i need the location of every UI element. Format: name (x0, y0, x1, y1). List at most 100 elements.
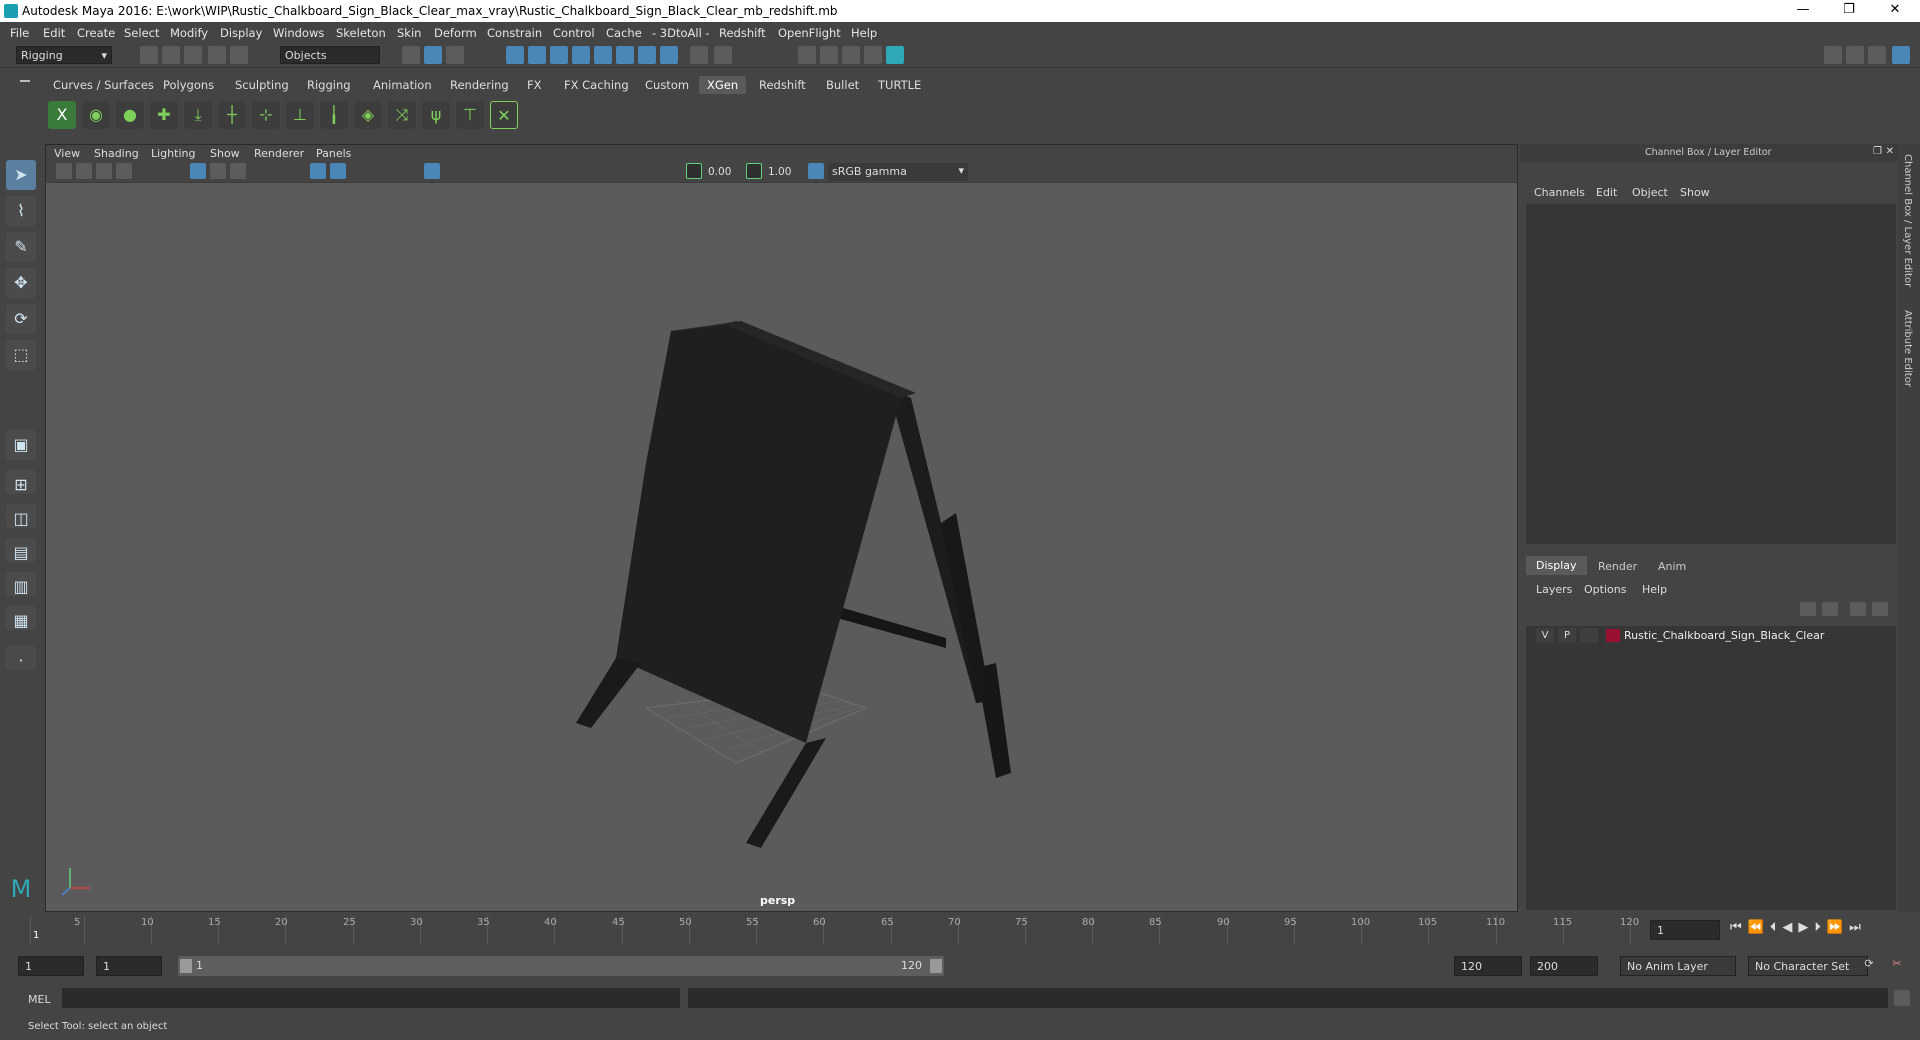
tab-bullet[interactable]: Bullet (826, 78, 859, 92)
xgen-lock-guide-icon[interactable]: ⊥ (286, 101, 314, 129)
xgen-groom-icon[interactable]: ψ (422, 101, 450, 129)
tab-rigging[interactable]: Rigging (307, 78, 351, 92)
camera-attributes-icon[interactable] (76, 163, 92, 179)
snap-live-icon[interactable] (616, 46, 634, 64)
time-slider-track[interactable]: 1 5 10 15 20 25 30 35 40 45 50 55 60 65 70 75 80 85 90 95 10… (22, 916, 1642, 944)
play-back-icon[interactable]: ◀ (1782, 920, 1798, 935)
tab-turtle[interactable]: TURTLE (878, 78, 921, 92)
xgen-add-guide-icon[interactable]: ✚ (150, 101, 178, 129)
xgen-preview-icon[interactable]: ◉ (82, 101, 110, 129)
layer-playback-toggle[interactable]: P (1558, 628, 1576, 643)
xgen-toggle-icon[interactable]: ✕ (490, 101, 518, 129)
xgen-create-description-icon[interactable]: ● (116, 101, 144, 129)
cb-menu-edit[interactable]: Edit (1596, 186, 1617, 199)
start-time-field[interactable]: 1 (18, 956, 84, 976)
chalkboard-sign-model[interactable] (46, 183, 1517, 911)
channel-box-area[interactable] (1526, 204, 1896, 544)
selection-mode-dropdown[interactable]: Objects (280, 46, 380, 64)
smooth-shade-icon[interactable] (330, 163, 346, 179)
layer-display-type-toggle[interactable] (1580, 628, 1598, 643)
tab-render[interactable]: Render (1598, 560, 1637, 573)
range-end-handle[interactable] (930, 959, 942, 973)
tab-polygons[interactable]: Polygons (163, 78, 214, 92)
select-hierarchy-icon[interactable] (402, 46, 420, 64)
snap-projected-icon[interactable] (572, 46, 590, 64)
character-set-dropdown[interactable]: No Character Set (1748, 956, 1868, 976)
lock-icon[interactable] (690, 46, 708, 64)
redo-icon[interactable] (230, 46, 248, 64)
go-to-start-icon[interactable]: ⏮ (1730, 920, 1748, 935)
script-editor-icon[interactable] (1894, 990, 1910, 1006)
more-layouts-icon[interactable]: · (6, 646, 36, 670)
float-panel-icon[interactable]: ❐ (1873, 146, 1882, 157)
xgen-select-guide-icon[interactable]: ⊹ (252, 101, 280, 129)
layer-color-swatch[interactable] (1606, 629, 1620, 642)
image-plane-icon[interactable] (116, 163, 132, 179)
two-view-icon[interactable]: ◫ (6, 504, 36, 528)
menu-windows[interactable]: Windows (273, 26, 324, 40)
anim-prefs-icon[interactable]: ✂ (1888, 957, 1906, 975)
grid-toggle-icon[interactable] (190, 163, 206, 179)
rotate-tool-icon[interactable]: ⟳ (6, 304, 36, 334)
range-slider[interactable]: 1 120 (178, 956, 944, 976)
layer-visibility-toggle[interactable]: V (1536, 628, 1554, 643)
resolution-gate-icon[interactable] (230, 163, 246, 179)
layer-row[interactable]: V P Rustic_Chalkboard_Sign_Black_Clear (1526, 626, 1896, 646)
menu-deform[interactable]: Deform (434, 26, 477, 40)
xray-icon[interactable] (424, 163, 440, 179)
go-to-end-icon[interactable]: ⏭ (1849, 920, 1867, 935)
layer-menu-help[interactable]: Help (1642, 583, 1667, 596)
side-tab-attribute-editor[interactable]: Attribute Editor (1902, 310, 1913, 387)
close-button[interactable]: ✕ (1872, 0, 1918, 22)
vp-menu-lighting[interactable]: Lighting (151, 147, 195, 160)
graph-view-icon[interactable]: ▥ (6, 572, 36, 596)
shelf-menu-icon[interactable] (20, 80, 30, 82)
film-gate-icon[interactable] (210, 163, 226, 179)
menu-file[interactable]: File (10, 26, 29, 40)
new-scene-icon[interactable] (140, 46, 158, 64)
gamma-icon[interactable] (746, 163, 762, 179)
current-frame-field[interactable]: 1 (1650, 920, 1720, 940)
menu-skeleton[interactable]: Skeleton (336, 26, 386, 40)
xgen-bend-icon[interactable]: ⤨ (388, 101, 416, 129)
side-tab-channel-box[interactable]: Channel Box / Layer Editor (1902, 154, 1913, 287)
gamma-value[interactable]: 1.00 (768, 166, 791, 178)
xgen-editor-icon[interactable]: X (48, 101, 76, 129)
select-component-icon[interactable] (446, 46, 464, 64)
save-scene-icon[interactable] (184, 46, 202, 64)
playback-end-field[interactable]: 120 (1454, 956, 1522, 976)
tab-fx[interactable]: FX (527, 78, 542, 92)
render-view-icon[interactable] (798, 46, 816, 64)
menu-display[interactable]: Display (220, 26, 262, 40)
tab-display[interactable]: Display (1526, 556, 1587, 575)
move-layer-up-icon[interactable] (1800, 602, 1816, 616)
xgen-cut-icon[interactable]: ⊤ (456, 101, 484, 129)
tab-redshift[interactable]: Redshift (759, 78, 806, 92)
tab-fx-caching[interactable]: FX Caching (564, 78, 629, 92)
tab-animation[interactable]: Animation (373, 78, 432, 92)
bookmark-icon[interactable] (96, 163, 112, 179)
snap-view-plane-icon[interactable] (594, 46, 612, 64)
command-language-label[interactable]: MEL (28, 993, 51, 1006)
wireframe-icon[interactable] (310, 163, 326, 179)
menu-redshift[interactable]: Redshift (719, 26, 766, 40)
move-tool-icon[interactable]: ✥ (6, 268, 36, 298)
vp-menu-show[interactable]: Show (210, 147, 240, 160)
snap-grid-icon[interactable] (506, 46, 524, 64)
cb-menu-object[interactable]: Object (1632, 186, 1668, 199)
layout-view-icon[interactable]: ▦ (6, 606, 36, 630)
tab-sculpting[interactable]: Sculpting (235, 78, 289, 92)
exposure-value[interactable]: 0.00 (708, 166, 731, 178)
undo-icon[interactable] (208, 46, 226, 64)
menu-select[interactable]: Select (124, 26, 159, 40)
snap-point-icon[interactable] (550, 46, 568, 64)
menu-create[interactable]: Create (77, 26, 115, 40)
vp-menu-view[interactable]: View (54, 147, 80, 160)
xgen-sculpt-guide-icon[interactable]: ┼ (218, 101, 246, 129)
minimize-button[interactable]: — (1780, 0, 1826, 22)
tab-anim[interactable]: Anim (1658, 560, 1686, 573)
close-panel-icon[interactable]: ✕ (1886, 146, 1894, 157)
render-settings-icon[interactable] (864, 46, 882, 64)
snap-curve-icon[interactable] (528, 46, 546, 64)
vp-menu-renderer[interactable]: Renderer (254, 147, 304, 160)
